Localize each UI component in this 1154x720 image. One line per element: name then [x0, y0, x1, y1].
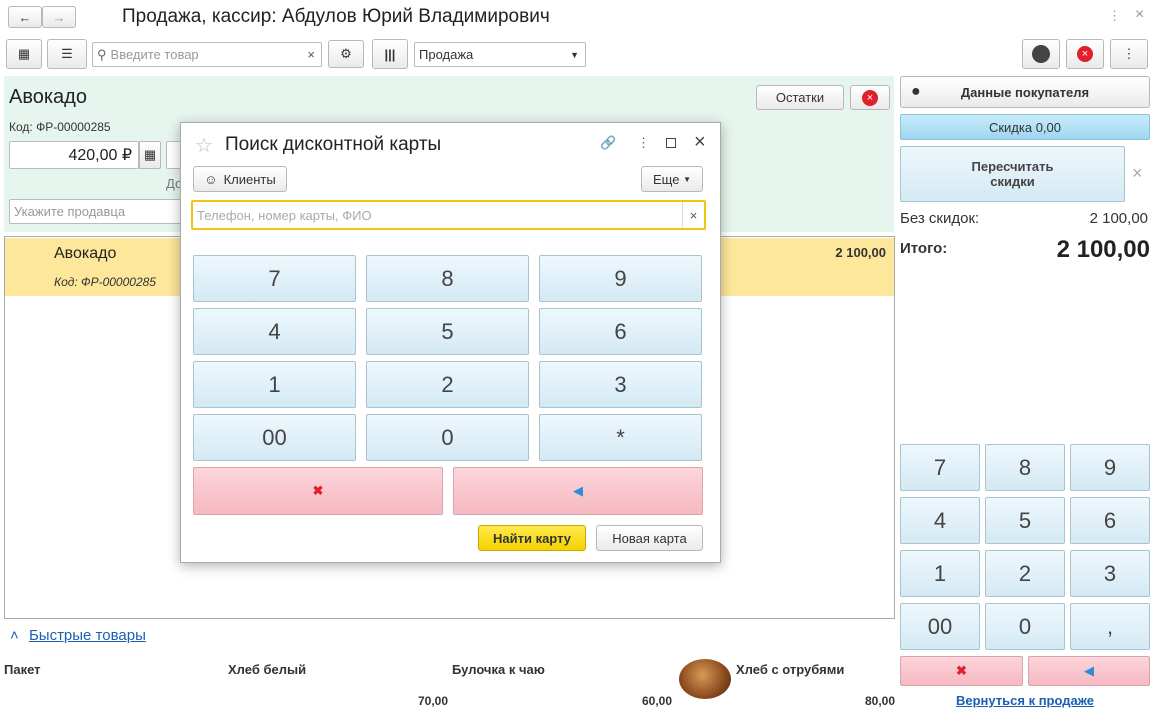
maximize-icon[interactable] — [666, 138, 676, 148]
more-button[interactable]: Еще ▼ — [641, 166, 703, 192]
back-button[interactable]: ← — [8, 6, 42, 28]
quick-items-toggle[interactable]: ˄ Быстрые товары — [10, 627, 146, 644]
keypad-key[interactable]: 2 — [985, 550, 1065, 597]
more-icon[interactable]: ⋮ — [637, 135, 650, 151]
code-value: ФР-00000285 — [36, 120, 111, 134]
quick-item[interactable]: Пакет — [4, 662, 224, 712]
quick-item[interactable]: Булочка к чаю 60,00 — [452, 662, 672, 712]
return-to-sale-link[interactable]: Вернуться к продаже — [900, 693, 1150, 708]
keypad-key[interactable]: 00 — [900, 603, 980, 650]
close-icon[interactable]: × — [1132, 163, 1143, 184]
search-icon: ⚲ — [97, 46, 107, 62]
clear-button[interactable]: ✖ — [900, 656, 1023, 686]
keypad-key[interactable]: 0 — [366, 414, 529, 461]
close-icon[interactable]: × — [1135, 6, 1144, 24]
backspace-button[interactable]: ◀ — [1028, 656, 1150, 686]
clock-icon — [1032, 45, 1050, 63]
bread-image — [679, 659, 731, 699]
keypad-key[interactable]: 0 — [985, 603, 1065, 650]
keypad-key[interactable]: 5 — [985, 497, 1065, 544]
backspace-button[interactable]: ◀ — [453, 467, 703, 515]
clock-button[interactable] — [1022, 39, 1060, 69]
barcode-button[interactable]: ||| — [372, 39, 408, 69]
keypad-key[interactable]: * — [539, 414, 702, 461]
chevron-down-icon: ▼ — [570, 49, 579, 60]
user-icon: ☺ — [204, 171, 218, 187]
new-card-button[interactable]: Новая карта — [596, 525, 703, 551]
keypad-key[interactable]: 00 — [193, 414, 356, 461]
stock-button[interactable]: Остатки — [756, 85, 844, 110]
quick-item[interactable]: Хлеб белый 70,00 — [228, 662, 448, 712]
discount-badge[interactable]: Скидка 0,00 — [900, 114, 1150, 140]
menu-button[interactable]: ⋮ — [1110, 39, 1148, 69]
card-search-input[interactable]: Телефон, номер карты, ФИО × — [191, 200, 706, 230]
list-button[interactable]: ☰ — [47, 39, 87, 69]
find-card-button[interactable]: Найти карту — [478, 525, 586, 551]
product-search-input[interactable]: ⚲ Введите товар × — [92, 42, 322, 67]
tiles-button[interactable]: ▦ — [6, 39, 42, 69]
chevron-up-icon: ˄ — [10, 627, 19, 644]
keypad-key[interactable]: 3 — [1070, 550, 1150, 597]
keypad-key[interactable]: 4 — [193, 308, 356, 355]
cancel-sale-button[interactable]: × — [1066, 39, 1104, 69]
keypad-key[interactable]: 5 — [366, 308, 529, 355]
keypad-key[interactable]: 1 — [193, 361, 356, 408]
keypad-key[interactable]: , — [1070, 603, 1150, 650]
keypad-key[interactable]: 8 — [366, 255, 529, 302]
more-icon[interactable]: ⋮ — [1108, 8, 1121, 24]
clients-button[interactable]: ☺ Клиенты — [193, 166, 287, 192]
dialog-title: Поиск дисконтной карты — [225, 134, 442, 155]
error-icon: × — [1077, 46, 1093, 62]
keypad-key[interactable]: 1 — [900, 550, 980, 597]
keypad-key[interactable]: 2 — [366, 361, 529, 408]
keypad-key[interactable]: 9 — [539, 255, 702, 302]
keypad-key[interactable]: 9 — [1070, 444, 1150, 491]
keypad-key[interactable]: 7 — [193, 255, 356, 302]
settings-button[interactable]: ⚙ — [328, 40, 364, 68]
price-input[interactable]: 420,00 ₽ — [9, 141, 139, 169]
forward-button[interactable]: → — [42, 6, 76, 28]
keypad-key[interactable]: 4 — [900, 497, 980, 544]
calculator-button[interactable]: ▦ — [139, 141, 161, 169]
mode-select[interactable]: Продажа ▼ — [414, 42, 586, 67]
seller-input[interactable]: Укажите продавца — [9, 199, 184, 224]
window-title: Продажа, кассир: Абдулов Юрий Владимиров… — [122, 6, 550, 27]
link-icon[interactable]: 🔗 — [600, 135, 616, 151]
remove-product-button[interactable]: × — [850, 85, 890, 110]
keypad-key[interactable]: 8 — [985, 444, 1065, 491]
clear-icon[interactable]: × — [307, 47, 315, 62]
quick-item[interactable]: Хлеб с отрубями 80,00 — [736, 662, 895, 712]
code-label: Код: — [9, 120, 33, 134]
keypad-key[interactable]: 6 — [1070, 497, 1150, 544]
recalc-discounts-button[interactable]: Пересчитать скидки — [900, 146, 1125, 202]
keypad-key[interactable]: 6 — [539, 308, 702, 355]
discount-card-dialog: ☆ Поиск дисконтной карты 🔗 ⋮ × ☺ Клиенты … — [180, 122, 721, 563]
keypad-key[interactable]: 3 — [539, 361, 702, 408]
keypad-key[interactable]: 7 — [900, 444, 980, 491]
user-icon: ● — [911, 83, 921, 100]
close-icon[interactable]: × — [694, 131, 706, 154]
product-name: Авокадо — [9, 86, 87, 108]
clear-button[interactable]: ✖ — [193, 467, 443, 515]
customer-data-button[interactable]: ● Данные покупателя — [900, 76, 1150, 108]
clear-icon[interactable]: × — [682, 202, 704, 228]
star-icon[interactable]: ☆ — [195, 133, 213, 158]
